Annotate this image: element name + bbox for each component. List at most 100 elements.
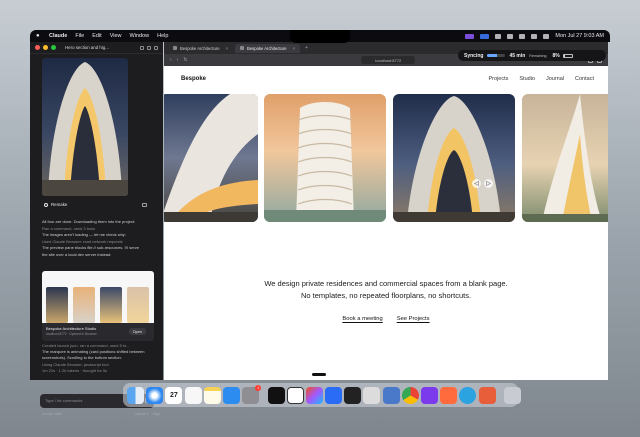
reminders-icon[interactable] (184, 386, 202, 404)
arch-villa-image (393, 96, 515, 222)
sidebar-icon[interactable] (140, 45, 144, 50)
download-icon[interactable] (142, 203, 147, 207)
obsidian-icon[interactable] (421, 386, 438, 404)
close-window-button[interactable] (35, 45, 40, 50)
menu-file[interactable]: File (75, 33, 84, 39)
control-icon[interactable] (495, 33, 502, 39)
minimize-window-button[interactable] (43, 45, 48, 50)
more-icon[interactable] (154, 45, 158, 50)
panel-titlebar: Hero section and hig... (30, 42, 163, 54)
capcut-alt-icon[interactable] (344, 386, 362, 404)
figma-icon[interactable] (305, 386, 323, 404)
wifi-icon[interactable] (507, 33, 514, 39)
carousel-next-button[interactable]: ▷ (484, 179, 493, 188)
zoom-window-button[interactable] (51, 45, 56, 50)
new-tab-button[interactable]: + (305, 45, 308, 51)
sync-progress-fill (487, 54, 498, 57)
hero-tagline: We design private residences and commerc… (164, 278, 608, 302)
url-field[interactable]: localhost:8772 (361, 56, 416, 64)
spark-icon[interactable] (440, 386, 458, 404)
forward-button[interactable]: › (177, 57, 179, 63)
mini-image (46, 287, 68, 323)
preview-icon[interactable] (382, 386, 400, 404)
model-selector[interactable]: Claude 4 (134, 412, 148, 416)
gallery-image[interactable] (393, 94, 515, 222)
calendar-icon[interactable]: 27 (165, 386, 183, 404)
mode-selector[interactable]: Accept edits (42, 412, 62, 416)
system-settings-icon[interactable]: 1 (242, 384, 262, 404)
menu-window[interactable]: Window (130, 33, 150, 39)
browser-tab[interactable]: Bespoke Architecture × (168, 44, 233, 53)
tagline-line-1: We design private residences and commerc… (264, 279, 508, 288)
effort-selector[interactable]: High (153, 412, 160, 416)
gallery-image[interactable] (164, 94, 258, 222)
telegram-icon[interactable] (459, 386, 477, 404)
tagline-line-2: No templates, no repeated floorplans, no… (300, 291, 472, 300)
menu-view[interactable]: View (110, 33, 122, 39)
capcut-icon[interactable] (267, 386, 285, 404)
close-tab-icon[interactable]: × (293, 46, 295, 51)
finder-icon[interactable] (127, 386, 144, 404)
chrome-icon[interactable] (401, 386, 419, 404)
nav-journal[interactable]: Journal (546, 76, 564, 82)
carousel-controls: ◁ ▷ (472, 179, 493, 188)
tower-image (264, 102, 386, 222)
see-projects-link[interactable]: See Projects (397, 316, 430, 322)
close-tab-icon[interactable]: × (226, 46, 228, 51)
status-app-icon-2[interactable] (480, 33, 490, 39)
nav-studio[interactable]: Studio (519, 76, 535, 82)
assistant-messages-2: Created launch.json, ran a command, used… (42, 343, 160, 374)
website-page: Bespoke Projects Studio Journal Contact (164, 66, 608, 380)
site-logo[interactable]: Bespoke (181, 76, 206, 82)
project-gallery (164, 94, 608, 224)
app-store-icon[interactable] (222, 386, 240, 404)
notion-icon[interactable] (286, 386, 304, 404)
trash-icon[interactable] (503, 386, 521, 404)
claude-icon[interactable] (478, 386, 496, 404)
menu-edit[interactable]: Edit (92, 33, 101, 39)
sync-progress-bar (487, 54, 506, 57)
sync-status-pill[interactable]: Syncing 45 min Remaining 8% (458, 50, 606, 61)
menu-app-name[interactable]: Claude (49, 33, 67, 39)
open-button[interactable]: Open (128, 328, 146, 335)
tool-summary[interactable]: Used Claude Browser: read network reques… (42, 239, 154, 246)
nav-projects[interactable]: Projects (489, 76, 509, 82)
message-line: The preview pane blocks file:// sub-reso… (42, 245, 140, 251)
share-icon[interactable] (147, 45, 151, 50)
browser-tab-active[interactable]: Bespoke Architecture × (235, 43, 301, 53)
apple-icon[interactable]: ● (36, 33, 42, 39)
status-line: 1m 22s · 1.2k tokens · thought for 5s (42, 367, 108, 373)
remake-button[interactable]: Remake (44, 202, 67, 207)
arc-icon[interactable] (325, 386, 343, 404)
menu-help[interactable]: Help (157, 33, 168, 39)
battery-value: 8% (552, 52, 560, 59)
book-meeting-link[interactable]: Book a meeting (342, 316, 382, 322)
composer-footer: Accept edits Claude 4 High (42, 412, 160, 416)
spotlight-icon[interactable] (531, 33, 538, 39)
back-button[interactable]: ‹ (170, 57, 172, 63)
tool-summary[interactable]: Ran a command, used 3 tools (42, 226, 154, 233)
menu-clock[interactable]: Mon Jul 27 9:03 AM (555, 33, 604, 39)
refresh-icon (44, 202, 48, 207)
gallery-image[interactable] (264, 94, 386, 222)
assistant-messages: All four are done. Downloading them into… (42, 219, 154, 259)
status-app-icon[interactable] (465, 33, 475, 39)
generated-image-preview[interactable] (42, 58, 128, 196)
gallery-image[interactable] (522, 94, 608, 222)
notes-icon[interactable] (203, 386, 221, 404)
mini-image (127, 287, 149, 323)
remake-label: Remake (51, 202, 68, 207)
claude-chat-panel: Hero section and hig... Remake All four … (30, 42, 163, 416)
control-center-icon[interactable] (543, 33, 550, 39)
message-line: the site over a local dev server instead… (42, 251, 112, 257)
preview-card[interactable]: Bespoke Architecture Studio localhost:87… (42, 271, 154, 341)
mini-image (73, 287, 95, 323)
arch-render-image (42, 62, 128, 196)
bluetooth-icon[interactable] (519, 33, 526, 39)
nav-contact[interactable]: Contact (575, 76, 594, 82)
preview-card-title: Bespoke Architecture Studio (46, 326, 97, 331)
cube-icon[interactable] (363, 386, 381, 404)
reload-button[interactable]: ↻ (183, 57, 187, 63)
carousel-prev-button[interactable]: ◁ (472, 179, 481, 188)
safari-icon[interactable] (146, 386, 164, 404)
